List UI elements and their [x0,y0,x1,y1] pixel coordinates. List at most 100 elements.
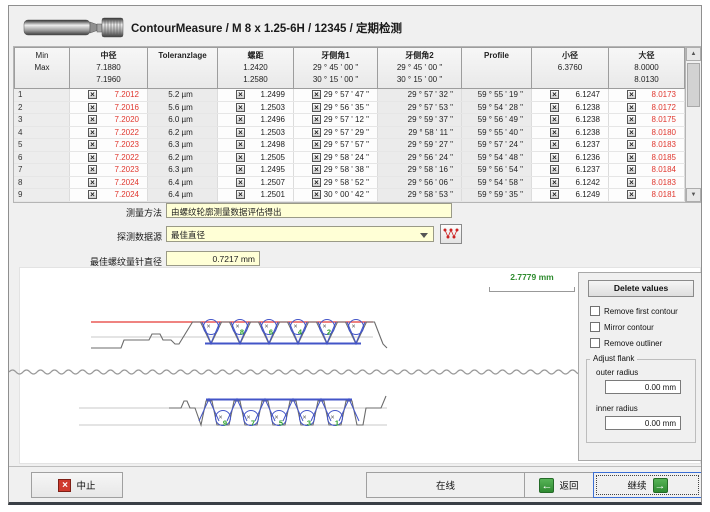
checkbox-icon[interactable] [590,338,600,348]
column-header[interactable]: Toleranzlage [148,47,218,89]
back-button[interactable]: ← 返回 [524,472,593,498]
checked-checkbox-icon[interactable] [627,153,636,162]
checked-checkbox-icon[interactable] [550,115,559,124]
checked-checkbox-icon[interactable] [550,103,559,112]
table-row[interactable]: 87.20246.4 µm1.250729 ° 58 ' 52 "29 ° 56… [14,177,701,190]
checked-checkbox-icon[interactable] [236,140,245,149]
table-row[interactable]: 77.20236.3 µm1.249529 ° 58 ' 38 "29 ° 58… [14,164,701,177]
online-status[interactable]: 在线 [366,472,524,498]
continue-button[interactable]: 继续 → [593,472,702,498]
table-cell: 29 ° 58 ' 24 " [294,152,378,164]
cell-value: 6.1238 [576,128,600,137]
checked-checkbox-icon[interactable] [236,153,245,162]
column-header[interactable]: 小径6.3760 [532,47,609,89]
checked-checkbox-icon[interactable] [627,190,636,199]
checked-checkbox-icon[interactable] [550,153,559,162]
checked-checkbox-icon[interactable] [550,178,559,187]
table-cell: 1.2501 [218,189,294,201]
column-header[interactable]: Profile [462,47,532,89]
show-points-button[interactable] [440,224,462,244]
column-header[interactable]: MinMax [14,47,70,89]
column-header[interactable]: 牙侧角229 ° 45 ' 00 "30 ° 15 ' 00 " [378,47,462,89]
scrollbar-thumb[interactable] [687,63,700,107]
table-cell: 3 [14,114,70,126]
cell-value: 29 ° 57 ' 47 " [324,90,369,99]
table-row[interactable]: 17.20125.2 µm1.249929 ° 57 ' 47 "29 ° 57… [14,89,701,102]
checked-checkbox-icon[interactable] [550,140,559,149]
checked-checkbox-icon[interactable] [88,103,97,112]
table-cell: 5.2 µm [148,89,218,101]
checked-checkbox-icon[interactable] [550,165,559,174]
column-header[interactable]: 大径8.00008.0130 [609,47,685,89]
method-label: 测量方法 [27,206,162,219]
scroll-up-icon[interactable]: ▲ [686,47,701,61]
checkbox-icon[interactable] [590,306,600,316]
checked-checkbox-icon[interactable] [236,178,245,187]
cell-value: 7.2023 [115,140,139,149]
checked-checkbox-icon[interactable] [312,140,321,149]
checked-checkbox-icon[interactable] [627,128,636,137]
checked-checkbox-icon[interactable] [88,140,97,149]
column-header[interactable]: 中径7.18807.1960 [70,47,148,89]
source-select[interactable]: 最佳直径 [166,226,434,242]
checked-checkbox-icon[interactable] [88,165,97,174]
checked-checkbox-icon[interactable] [236,190,245,199]
remove-first-contour-checkbox[interactable]: Remove first contour [590,306,678,316]
checked-checkbox-icon[interactable] [236,103,245,112]
wire-diameter-field[interactable]: 0.7217 mm [166,251,260,266]
table-row[interactable]: 37.20206.0 µm1.249629 ° 57 ' 12 "29 ° 59… [14,114,701,127]
checked-checkbox-icon[interactable] [627,90,636,99]
checked-checkbox-icon[interactable] [550,128,559,137]
checked-checkbox-icon[interactable] [236,90,245,99]
checked-checkbox-icon[interactable] [88,178,97,187]
checked-checkbox-icon[interactable] [627,103,636,112]
table-row[interactable]: 97.20246.4 µm1.250130 ° 00 ' 42 "29 ° 58… [14,189,701,202]
remove-outliner-checkbox[interactable]: Remove outliner [590,338,662,348]
abort-button[interactable]: × 中止 [31,472,123,498]
column-header[interactable]: 螺距1.24201.2580 [218,47,294,89]
checked-checkbox-icon[interactable] [627,140,636,149]
checked-checkbox-icon[interactable] [312,190,321,199]
checked-checkbox-icon[interactable] [627,115,636,124]
checked-checkbox-icon[interactable] [550,90,559,99]
checked-checkbox-icon[interactable] [312,178,321,187]
checked-checkbox-icon[interactable] [88,190,97,199]
cell-value: 29 ° 57 ' 12 " [324,115,369,124]
checked-checkbox-icon[interactable] [88,153,97,162]
checked-checkbox-icon[interactable] [312,90,321,99]
mirror-contour-checkbox[interactable]: Mirror contour [590,322,654,332]
arrow-left-icon: ← [539,478,554,493]
checked-checkbox-icon[interactable] [312,153,321,162]
checked-checkbox-icon[interactable] [88,128,97,137]
checked-checkbox-icon[interactable] [236,115,245,124]
cell-value: 1.2505 [261,153,285,162]
checked-checkbox-icon[interactable] [312,115,321,124]
inner-radius-input[interactable]: 0.00 mm [605,416,681,430]
scroll-down-icon[interactable]: ▼ [686,188,701,202]
cell-value: 29 ° 56 ' 35 " [324,103,369,112]
checked-checkbox-icon[interactable] [236,128,245,137]
table-cell: 29 ° 56 ' 06 " [378,177,462,189]
checked-checkbox-icon[interactable] [312,165,321,174]
checked-checkbox-icon[interactable] [627,178,636,187]
checked-checkbox-icon[interactable] [236,165,245,174]
table-scrollbar[interactable]: ▲ ▼ [685,47,701,202]
column-header[interactable]: 牙侧角129 ° 45 ' 00 "30 ° 15 ' 00 " [294,47,378,89]
checked-checkbox-icon[interactable] [88,90,97,99]
delete-values-button[interactable]: Delete values [588,280,694,297]
checked-checkbox-icon[interactable] [627,165,636,174]
method-field[interactable]: 由螺纹轮廓测量数据评估得出 [166,203,452,218]
table-row[interactable]: 67.20226.2 µm1.250529 ° 58 ' 24 "29 ° 56… [14,152,701,165]
checked-checkbox-icon[interactable] [312,128,321,137]
cell-value: 1.2503 [261,128,285,137]
table-cell: 29 ° 58 ' 16 " [378,164,462,176]
table-row[interactable]: 57.20236.3 µm1.249829 ° 57 ' 57 "29 ° 59… [14,139,701,152]
table-row[interactable]: 47.20226.2 µm1.250329 ° 57 ' 29 "29 ° 58… [14,127,701,140]
table-row[interactable]: 27.20165.6 µm1.250329 ° 56 ' 35 "29 ° 57… [14,102,701,115]
table-cell: 6.1238 [532,127,609,139]
checkbox-icon[interactable] [590,322,600,332]
checked-checkbox-icon[interactable] [312,103,321,112]
checked-checkbox-icon[interactable] [88,115,97,124]
outer-radius-input[interactable]: 0.00 mm [605,380,681,394]
checked-checkbox-icon[interactable] [550,190,559,199]
